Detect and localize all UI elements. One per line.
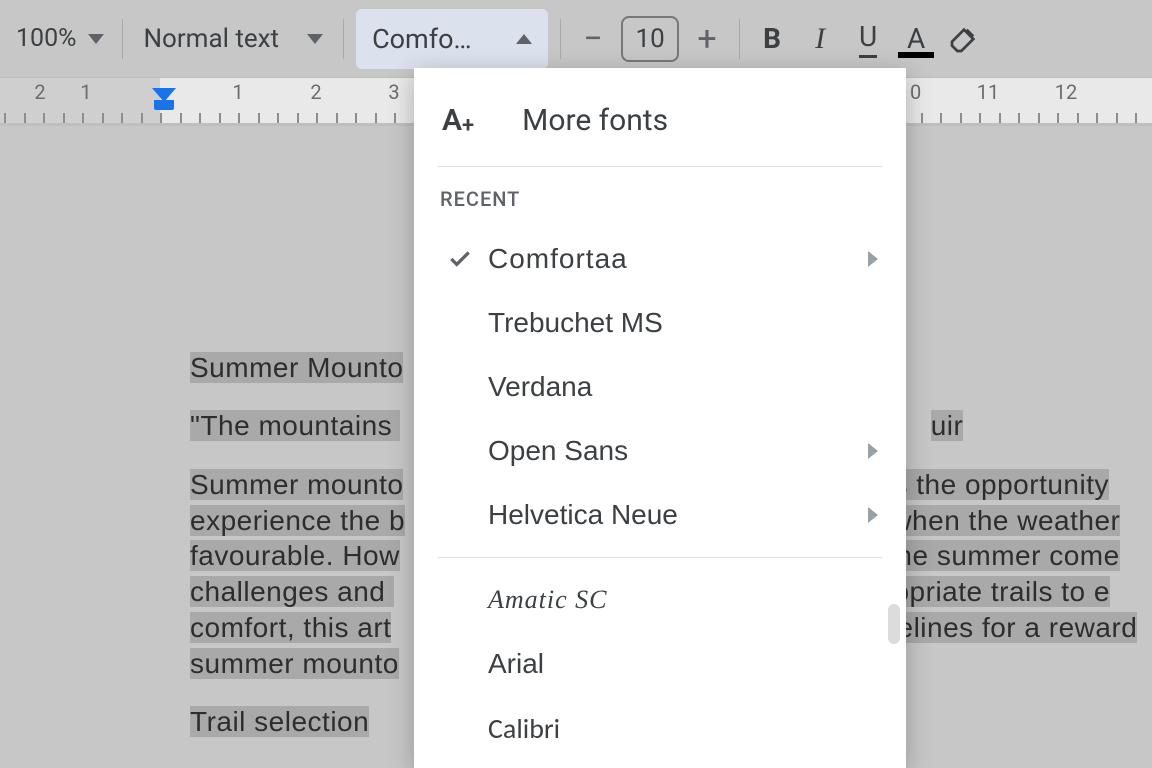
- font-menuitem-calibri[interactable]: Calibri: [414, 696, 906, 760]
- text-selection[interactable]: challenges and: [190, 576, 394, 607]
- zoom-value: 100%: [16, 24, 76, 53]
- toolbar: 100% Normal text Comfo… − 10 + B I U A: [0, 0, 1152, 78]
- separator: [343, 19, 344, 59]
- text-selection[interactable]: delines for a reward: [881, 612, 1137, 643]
- submenu-caret-icon: [868, 507, 878, 523]
- highlight-color-button[interactable]: [940, 16, 988, 62]
- submenu-caret-icon: [868, 251, 878, 267]
- text-selection[interactable]: uir: [931, 410, 964, 441]
- text-selection[interactable]: comfort, this art: [190, 612, 391, 643]
- add-font-icon: A+: [442, 103, 474, 138]
- menu-divider: [438, 166, 882, 167]
- text-selection[interactable]: Summer mounto: [190, 469, 403, 500]
- font-menuitem-trebuchet-ms[interactable]: Trebuchet MS: [414, 291, 906, 355]
- font-family-dropdown: A+ More fonts RECENT Comfortaa Trebuchet …: [414, 68, 906, 768]
- ruler-tick-label: 2: [34, 80, 45, 104]
- font-size-input[interactable]: 10: [621, 16, 679, 62]
- menu-item-label: Verdana: [480, 371, 878, 403]
- font-size-group: − 10 +: [569, 0, 731, 77]
- text-selection[interactable]: ropriate trails to e: [884, 576, 1110, 607]
- style-value: Normal text: [143, 24, 279, 54]
- recent-section-label: RECENT: [414, 177, 906, 227]
- text-selection[interactable]: when the weather: [883, 505, 1120, 536]
- increase-font-size-button[interactable]: +: [691, 19, 723, 59]
- zoom-select[interactable]: 100%: [6, 16, 114, 62]
- check-icon: [440, 246, 480, 272]
- caret-up-icon: [516, 34, 532, 44]
- menu-item-label: Helvetica Neue: [480, 499, 868, 531]
- text-selection[interactable]: experience the b: [190, 505, 405, 536]
- bold-button[interactable]: B: [748, 16, 796, 62]
- menu-item-label: Amatic SC: [480, 585, 878, 615]
- left-indent-marker[interactable]: [154, 100, 174, 110]
- highlighter-icon: [948, 23, 980, 55]
- scrollbar-thumb[interactable]: [888, 604, 900, 644]
- text-selection[interactable]: favourable. How: [190, 540, 400, 571]
- decrease-font-size-button[interactable]: −: [577, 19, 609, 59]
- font-menuitem-helvetica-neue[interactable]: Helvetica Neue: [414, 483, 906, 547]
- text-color-button[interactable]: A: [892, 16, 940, 62]
- font-menuitem-comfortaa[interactable]: Comfortaa: [414, 227, 906, 291]
- text-selection[interactable]: s the opportunity: [893, 469, 1109, 500]
- caret-down-icon: [307, 34, 323, 44]
- separator: [122, 19, 123, 59]
- font-menuitem-open-sans[interactable]: Open Sans: [414, 419, 906, 483]
- ruler-tick-label: 1: [80, 80, 91, 104]
- menu-item-label: Open Sans: [480, 435, 868, 467]
- font-size-value: 10: [635, 24, 664, 54]
- text-selection[interactable]: "The mountains: [190, 410, 400, 441]
- ruler-tick-label: 1: [232, 80, 243, 104]
- text-selection[interactable]: summer mounto: [190, 648, 399, 679]
- text-selection[interactable]: Summer Mounto: [190, 352, 403, 383]
- submenu-caret-icon: [868, 443, 878, 459]
- ruler-tick-label: 11: [977, 80, 999, 104]
- separator: [560, 19, 561, 59]
- ruler-tick-label: 2: [310, 80, 321, 104]
- text-selection[interactable]: Trail selection: [190, 706, 369, 737]
- menu-divider: [438, 557, 882, 558]
- font-value: Comfo…: [372, 23, 472, 55]
- ruler-tick-label: 12: [1055, 80, 1077, 104]
- text-selection[interactable]: the summer come: [880, 540, 1120, 571]
- menu-item-label: Calibri: [480, 711, 878, 746]
- menu-item-label: Comfortaa: [480, 243, 868, 275]
- paragraph-style-select[interactable]: Normal text: [131, 16, 335, 62]
- menu-item-label: More fonts: [474, 103, 878, 138]
- separator: [739, 19, 740, 59]
- font-menuitem-verdana[interactable]: Verdana: [414, 355, 906, 419]
- italic-button[interactable]: I: [796, 16, 844, 62]
- menu-item-label: Arial: [480, 648, 878, 680]
- font-menuitem-arial[interactable]: Arial: [414, 632, 906, 696]
- caret-down-icon: [88, 34, 104, 44]
- more-fonts-menuitem[interactable]: A+ More fonts: [414, 84, 906, 156]
- font-family-select[interactable]: Comfo…: [356, 9, 548, 69]
- menu-item-label: Trebuchet MS: [480, 307, 878, 339]
- font-menuitem-amatic-sc[interactable]: Amatic SC: [414, 568, 906, 632]
- ruler-tick-label: 3: [388, 80, 399, 104]
- underline-button[interactable]: U: [844, 16, 892, 62]
